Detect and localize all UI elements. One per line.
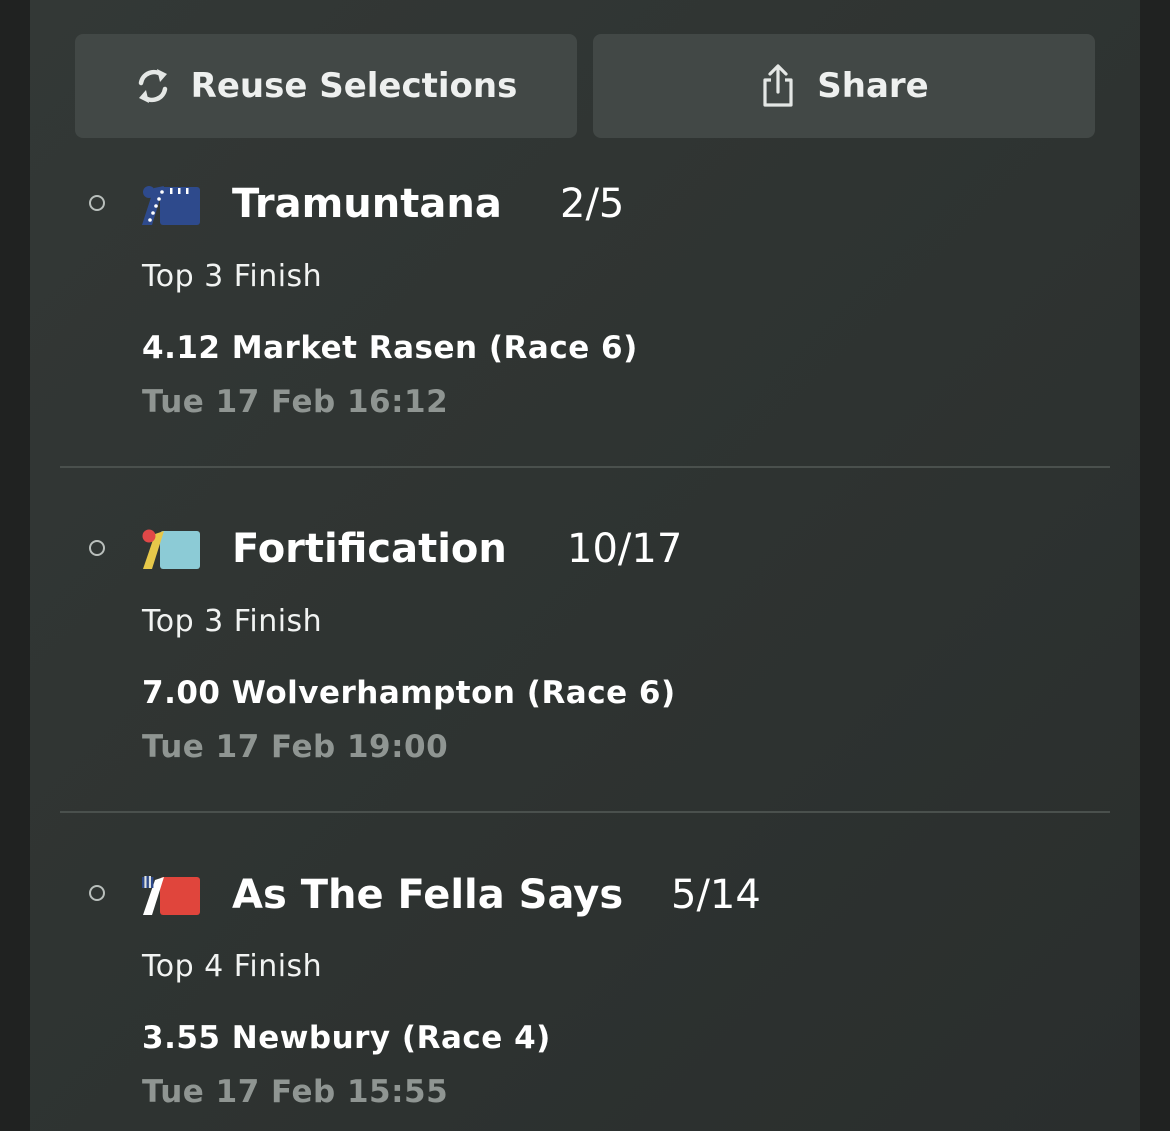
runner-odds: 5/14: [671, 872, 761, 918]
market-type: Top 4 Finish: [142, 949, 323, 984]
selection-radio[interactable]: [89, 540, 105, 556]
race-datetime: Tue 17 Feb 15:55: [142, 1074, 449, 1110]
selection-radio[interactable]: [89, 195, 105, 211]
runner-odds: 10/17: [567, 526, 683, 572]
refresh-icon: [135, 66, 171, 106]
divider: [60, 811, 1110, 813]
selection-radio[interactable]: [89, 885, 105, 901]
race-info: 3.55 Newbury (Race 4): [142, 1020, 551, 1056]
race-datetime: Tue 17 Feb 16:12: [142, 384, 449, 420]
share-label: Share: [817, 66, 929, 106]
runner-name: As The Fella Says: [232, 872, 624, 918]
jockey-silk-icon: [140, 528, 202, 576]
runner-name: Fortification: [232, 526, 507, 572]
market-type: Top 3 Finish: [142, 604, 323, 639]
race-info: 4.12 Market Rasen (Race 6): [142, 330, 638, 366]
action-bar: Reuse Selections Share: [75, 34, 1095, 138]
race-info: 7.00 Wolverhampton (Race 6): [142, 675, 676, 711]
share-icon: [759, 63, 797, 109]
jockey-silk-icon: [140, 874, 202, 922]
share-button[interactable]: Share: [593, 34, 1095, 138]
reuse-selections-button[interactable]: Reuse Selections: [75, 34, 577, 138]
betslip-panel: Reuse Selections Share Tramuntana 2/5 To…: [30, 0, 1140, 1131]
market-type: Top 3 Finish: [142, 259, 323, 294]
reuse-selections-label: Reuse Selections: [190, 66, 518, 106]
runner-name: Tramuntana: [232, 181, 502, 227]
jockey-silk-icon: [140, 184, 202, 232]
race-datetime: Tue 17 Feb 19:00: [142, 729, 449, 765]
divider: [60, 466, 1110, 468]
runner-odds: 2/5: [560, 181, 625, 227]
